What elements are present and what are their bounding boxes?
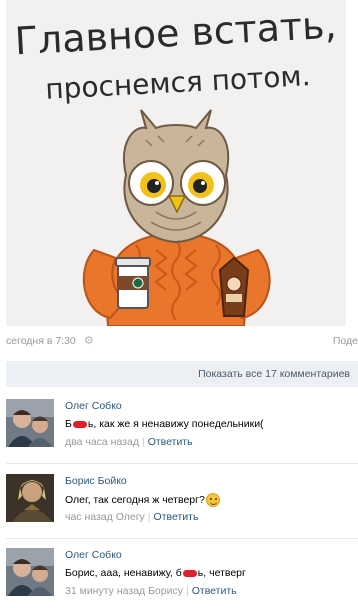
avatar[interactable] xyxy=(6,474,54,522)
gear-icon[interactable]: ⚙ xyxy=(84,334,94,347)
comment-text: Борис, ааа, ненавижу, б ь, четверг xyxy=(65,567,246,579)
comment-item: Олег Собко Борис, ааа, ненавижу, б ь, чет… xyxy=(6,548,358,604)
censor-blot xyxy=(182,569,197,577)
post-image[interactable]: Главное встать, проснемся потом. xyxy=(6,0,346,326)
reply-link[interactable]: Ответить xyxy=(192,585,237,597)
reply-link[interactable]: Ответить xyxy=(154,511,199,523)
comment-item: Борис Бойко Олег, так сегодня ж четверг?… xyxy=(6,474,358,530)
comment-author[interactable]: Борис Бойко xyxy=(65,475,127,487)
divider xyxy=(6,463,358,464)
comment-time[interactable]: час назад Олегу xyxy=(65,511,145,523)
divider xyxy=(6,538,358,539)
comment-time[interactable]: два часа назад xyxy=(65,436,139,448)
comment-author[interactable]: Олег Собко xyxy=(65,549,122,561)
avatar[interactable] xyxy=(6,399,54,447)
comment-time[interactable]: 31 минуту назад Борису xyxy=(65,585,183,597)
comment-text: Бь, как же я ненавижу понедельники( xyxy=(65,418,264,430)
post-meta: сегодня в 7:30 ⚙ Поде xyxy=(6,334,358,350)
show-all-comments-button[interactable]: Показать все 17 комментариев xyxy=(6,361,358,387)
comment-text: Олег, так сегодня ж четверг? xyxy=(65,493,220,507)
post-date[interactable]: сегодня в 7:30 xyxy=(6,335,76,347)
share-link[interactable]: Поде xyxy=(333,335,358,347)
avatar[interactable] xyxy=(6,548,54,596)
wink-smiley-icon xyxy=(205,493,220,507)
owl-illustration: Главное встать, проснемся потом. xyxy=(6,0,346,326)
comment-item: Олег Собко Бь, как же я ненавижу понедел… xyxy=(6,399,358,455)
comment-meta: 31 минуту назад Борису | Ответить xyxy=(65,585,237,597)
reply-link[interactable]: Ответить xyxy=(148,436,193,448)
comment-author[interactable]: Олег Собко xyxy=(65,400,122,412)
comment-meta: два часа назад | Ответить xyxy=(65,436,193,448)
comment-meta: час назад Олегу | Ответить xyxy=(65,511,199,523)
censor-blot xyxy=(72,420,87,428)
